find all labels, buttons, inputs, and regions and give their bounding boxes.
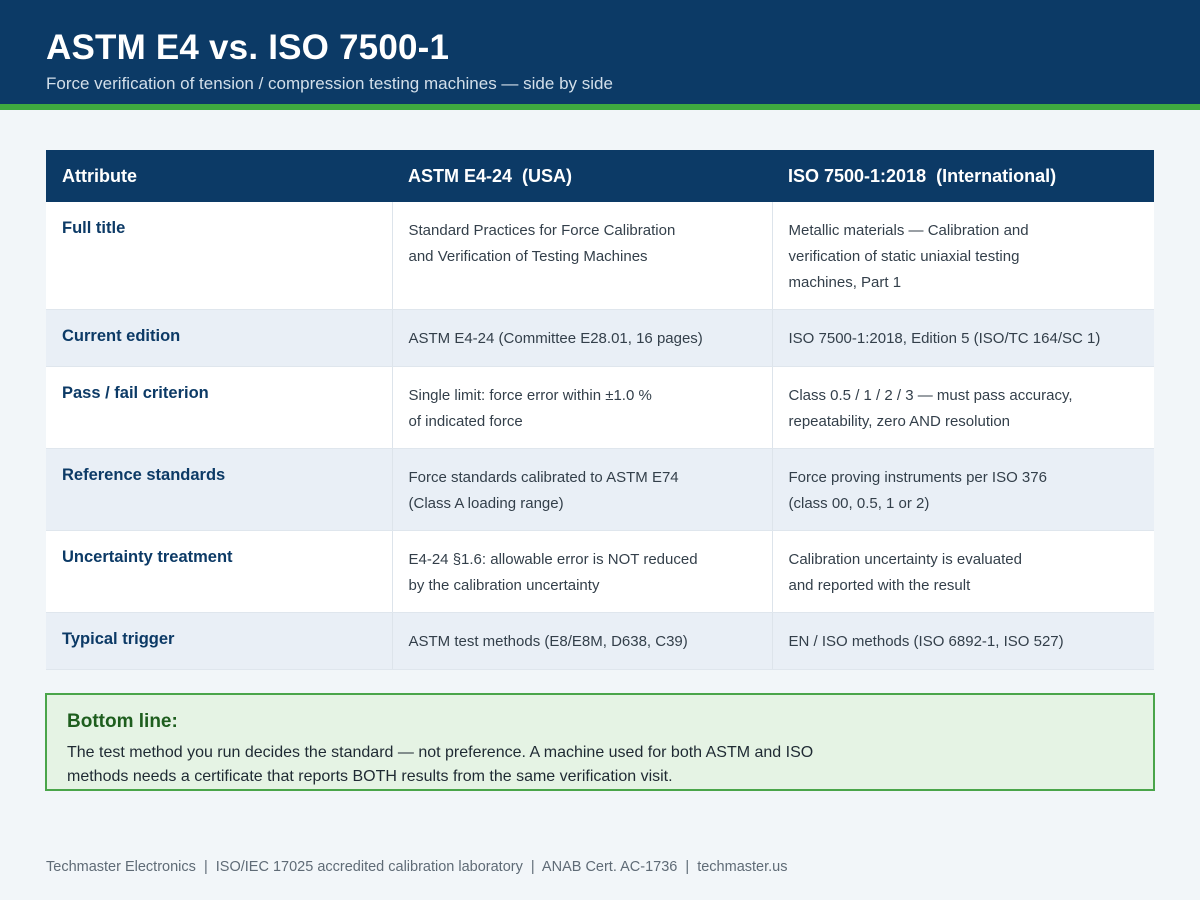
column-header-iso: ISO 7500-1:2018 (International)	[772, 150, 1154, 202]
iso-cell: Metallic materials — Calibration and ver…	[771, 202, 1154, 310]
cell-line: Single limit: force error within ±1.0 %	[408, 386, 652, 404]
iso-cell: Force proving instruments per ISO 376 (c…	[771, 448, 1154, 531]
row-attribute: Full title	[46, 202, 392, 310]
table-header-row: Attribute ASTM E4-24 (USA) ISO 7500-1:20…	[46, 150, 1154, 202]
page-footer: Techmaster Electronics | ISO/IEC 17025 a…	[46, 859, 788, 875]
table-row: Uncertainty treatment E4-24 §1.6: allowa…	[46, 530, 1154, 613]
cell-line: Calibration uncertainty is evaluated	[788, 550, 1022, 568]
cell-line: ASTM E4-24 (Committee E28.01, 16 pages)	[408, 329, 703, 347]
row-attribute: Pass / fail criterion	[46, 366, 392, 449]
table-row: Current edition ASTM E4-24 (Committee E2…	[46, 309, 1154, 367]
cell-line: machines, Part 1	[788, 274, 902, 291]
cell-line: by the calibration uncertainty	[408, 576, 600, 594]
table-row: Reference standards Force standards cali…	[46, 448, 1154, 531]
cell-line: repeatability, zero AND resolution	[788, 412, 1011, 430]
comparison-table: Attribute ASTM E4-24 (USA) ISO 7500-1:20…	[46, 150, 1154, 670]
page-title: ASTM E4 vs. ISO 7500-1	[46, 28, 450, 67]
bottom-line-callout: Bottom line: The test method you run dec…	[45, 693, 1155, 791]
cell-line: E4-24 §1.6: allowable error is NOT reduc…	[408, 550, 698, 568]
cell-line: and Verification of Testing Machines	[408, 248, 648, 265]
astm-cell: E4-24 §1.6: allowable error is NOT reduc…	[391, 530, 772, 613]
table-row: Full title Standard Practices for Force …	[46, 202, 1154, 310]
cell-line: (class 00, 0.5, 1 or 2)	[788, 494, 930, 512]
cell-line: of indicated force	[408, 412, 523, 430]
column-header-astm: ASTM E4-24 (USA)	[392, 150, 772, 202]
bottom-line-text: The test method you run decides the stan…	[67, 741, 887, 789]
page-header: ASTM E4 vs. ISO 7500-1 Force verificatio…	[0, 0, 1200, 104]
cell-line: Force proving instruments per ISO 376	[788, 468, 1047, 486]
row-attribute: Typical trigger	[46, 612, 392, 670]
iso-cell: ISO 7500-1:2018, Edition 5 (ISO/TC 164/S…	[771, 309, 1154, 367]
cell-line: Standard Practices for Force Calibration	[408, 222, 676, 239]
astm-cell: Standard Practices for Force Calibration…	[391, 202, 772, 310]
row-attribute: Current edition	[46, 309, 392, 367]
row-attribute: Reference standards	[46, 448, 392, 531]
astm-cell: ASTM E4-24 (Committee E28.01, 16 pages)	[391, 309, 772, 367]
table-row: Pass / fail criterion Single limit: forc…	[46, 366, 1154, 449]
cell-line: EN / ISO methods (ISO 6892-1, ISO 527)	[788, 632, 1064, 650]
cell-line: verification of static uniaxial testing	[788, 248, 1020, 265]
cell-line: (Class A loading range)	[408, 494, 564, 512]
header-accent-bar	[0, 104, 1200, 110]
row-attribute: Uncertainty treatment	[46, 530, 392, 613]
table-row: Typical trigger ASTM test methods (E8/E8…	[46, 612, 1154, 670]
bottom-line-sentence: The test method you run decides the stan…	[67, 744, 814, 761]
iso-cell: EN / ISO methods (ISO 6892-1, ISO 527)	[771, 612, 1154, 670]
astm-cell: Force standards calibrated to ASTM E74 (…	[391, 448, 772, 531]
bottom-line-sentence: methods needs a certificate that reports…	[67, 768, 673, 785]
cell-line: Force standards calibrated to ASTM E74	[408, 468, 679, 486]
astm-cell: Single limit: force error within ±1.0 % …	[391, 366, 772, 449]
iso-cell: Class 0.5 / 1 / 2 / 3 — must pass accura…	[771, 366, 1154, 449]
iso-cell: Calibration uncertainty is evaluated and…	[771, 530, 1154, 613]
cell-line: Class 0.5 / 1 / 2 / 3 — must pass accura…	[788, 386, 1073, 404]
cell-line: Metallic materials — Calibration and	[788, 222, 1029, 239]
cell-line: and reported with the result	[788, 576, 971, 594]
column-header-attribute: Attribute	[46, 150, 392, 202]
page-subtitle: Force verification of tension / compress…	[46, 74, 613, 93]
bottom-line-title: Bottom line:	[67, 711, 178, 732]
cell-line: ASTM test methods (E8/E8M, D638, C39)	[408, 632, 688, 650]
astm-cell: ASTM test methods (E8/E8M, D638, C39)	[391, 612, 772, 670]
cell-line: ISO 7500-1:2018, Edition 5 (ISO/TC 164/S…	[788, 329, 1101, 347]
